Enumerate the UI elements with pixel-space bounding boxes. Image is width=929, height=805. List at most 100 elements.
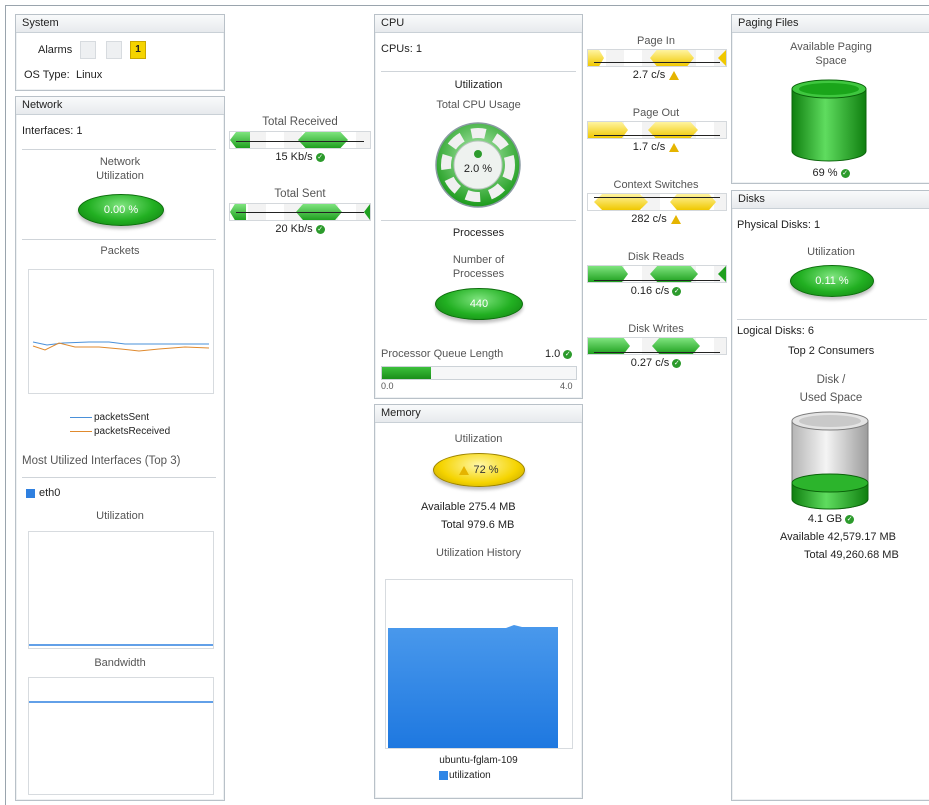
page-in-sparkline[interactable] <box>587 49 727 67</box>
disk-writes-value: 0.27 c/s ✓ <box>586 357 726 369</box>
queue-length-bar[interactable] <box>381 366 577 380</box>
alarms-label: Alarms <box>38 44 73 56</box>
bandwidth-title: Bandwidth <box>94 657 146 669</box>
disk-reads-value: 0.16 c/s ✓ <box>586 285 726 297</box>
memory-panel-title: Memory <box>375 405 582 423</box>
os-type-label: OS Type: <box>24 69 70 81</box>
process-count-value: 440 <box>469 298 489 310</box>
page-out-sparkline[interactable] <box>587 121 727 139</box>
alarm-box-critical[interactable] <box>80 41 96 59</box>
divider <box>381 220 576 221</box>
process-count-gauge[interactable]: 440 <box>435 288 523 320</box>
processes-section: Processes <box>452 227 505 239</box>
total-received-label: Total Received <box>262 116 338 128</box>
memory-total-label: Total <box>441 519 465 531</box>
memory-available-value: 275.4 MB <box>468 501 516 513</box>
ok-status-icon: ✓ <box>840 168 850 178</box>
disk-available-label: Available <box>780 531 825 543</box>
ok-status-icon: ✓ <box>672 358 682 368</box>
spark-line <box>594 352 720 353</box>
page-in-value: 2.7 c/s <box>586 69 726 81</box>
paging-value-text: 69 % <box>812 167 838 179</box>
network-panel: Network Interfaces: 1 Network Utilization… <box>15 96 225 801</box>
memory-history-chart[interactable] <box>385 579 573 749</box>
disks-title: Disks <box>732 191 929 209</box>
legend-received-swatch <box>70 430 92 432</box>
disk-utilization-gauge[interactable]: 0.11 % <box>790 265 874 297</box>
context-switches-sparkline[interactable] <box>587 193 727 211</box>
alarm-box-warning[interactable]: 1 <box>130 41 146 59</box>
total-sent-value: 20 Kb/s ✓ <box>228 223 372 235</box>
spark-seg <box>230 132 250 148</box>
memory-available-label: Available <box>421 501 466 513</box>
number-of-processes-label-1: Number of <box>452 254 505 266</box>
memory-legend-label: utilization <box>449 770 491 781</box>
disk-reads-sparkline[interactable] <box>587 265 727 283</box>
memory-utilization-gauge[interactable]: 72 % <box>433 453 525 487</box>
spark-seg <box>588 50 604 66</box>
paging-files-panel: Paging Files Available Paging Space 69 % ✓ <box>731 14 929 184</box>
logical-disks-value: 6 <box>807 325 815 337</box>
most-utilized-title: Most Utilized Interfaces (Top 3) <box>22 455 181 467</box>
cpus-label: CPUs: 1 <box>381 43 422 55</box>
warning-icon <box>669 70 680 80</box>
spark-line <box>594 135 720 136</box>
total-sent-sparkline[interactable] <box>229 203 371 221</box>
cpu-usage-value: 2.0 % <box>463 163 493 175</box>
interface-eth0[interactable]: eth0 <box>26 487 60 499</box>
os-type-value: Linux <box>76 69 103 81</box>
memory-legend-swatch <box>439 770 448 780</box>
spark-line <box>594 197 720 198</box>
paging-cylinder-svg <box>791 79 867 162</box>
ok-status-icon: ✓ <box>563 349 573 359</box>
disk-available: Available 42,579.17 MB <box>780 531 896 543</box>
interface-utilization-chart[interactable] <box>28 531 214 649</box>
top-consumers-label: Top 2 Consumers <box>788 345 875 357</box>
network-utilization-label-1: Network <box>99 156 141 168</box>
network-utilization-label: Network Utilization <box>16 155 224 183</box>
system-panel: System Alarms 1 OS Type: Linux <box>15 14 225 91</box>
cpu-panel-title: CPU <box>375 15 582 33</box>
disk-utilization-label: Utilization <box>807 246 855 258</box>
total-received-sparkline[interactable] <box>229 131 371 149</box>
interface-color-swatch <box>26 488 35 498</box>
page-out-label: Page Out <box>632 107 680 119</box>
cpu-usage-gauge[interactable]: 2.0 % <box>434 121 522 209</box>
queue-length-value-text: 1.0 <box>545 348 561 360</box>
memory-history-area <box>388 625 558 748</box>
bandwidth-svg <box>29 701 213 703</box>
alarm-box-fatal[interactable] <box>106 41 122 59</box>
paging-value: 69 % ✓ <box>732 167 929 179</box>
interface-name: eth0 <box>39 487 61 499</box>
disk-name-label: Disk / <box>816 374 846 386</box>
legend-packets-received: packetsReceived <box>70 425 170 439</box>
network-utilization-gauge[interactable]: 0.00 % <box>78 194 164 226</box>
legend-packets-sent: packetsSent <box>70 411 170 425</box>
divider <box>22 477 216 478</box>
warning-icon <box>459 465 470 475</box>
network-utilization-label-2: Utilization <box>96 170 144 182</box>
divider <box>22 239 216 240</box>
memory-total: Total 979.6 MB <box>441 519 514 531</box>
packets-chart-svg <box>32 341 210 352</box>
memory-utilization-label: Utilization <box>454 433 503 445</box>
queue-min-label: 0.0 <box>381 381 394 391</box>
packets-chart[interactable] <box>28 269 214 394</box>
disk-used-value-text: 4.1 GB <box>807 513 843 525</box>
warning-icon <box>670 214 681 224</box>
memory-total-value: 979.6 MB <box>467 519 515 531</box>
divider <box>737 319 927 320</box>
disk-reads-label: Disk Reads <box>627 251 685 263</box>
total-received-value: 15 Kb/s ✓ <box>228 151 372 163</box>
disk-used-value: 4.1 GB ✓ <box>732 513 929 525</box>
interfaces-label: Interfaces: 1 <box>22 125 83 137</box>
paging-cylinder[interactable] <box>790 79 868 163</box>
disk-used-cylinder[interactable] <box>790 411 870 511</box>
total-cpu-usage-label: Total CPU Usage <box>436 99 521 111</box>
legend-sent-swatch <box>70 416 92 418</box>
queue-length-value: 1.0 ✓ <box>545 348 573 360</box>
cpu-panel: CPU CPUs: 1 Utilization Total CPU Usage … <box>374 14 583 399</box>
disk-writes-sparkline[interactable] <box>587 337 727 355</box>
page-out-value-text: 1.7 c/s <box>632 141 666 153</box>
bandwidth-chart[interactable] <box>28 677 214 795</box>
